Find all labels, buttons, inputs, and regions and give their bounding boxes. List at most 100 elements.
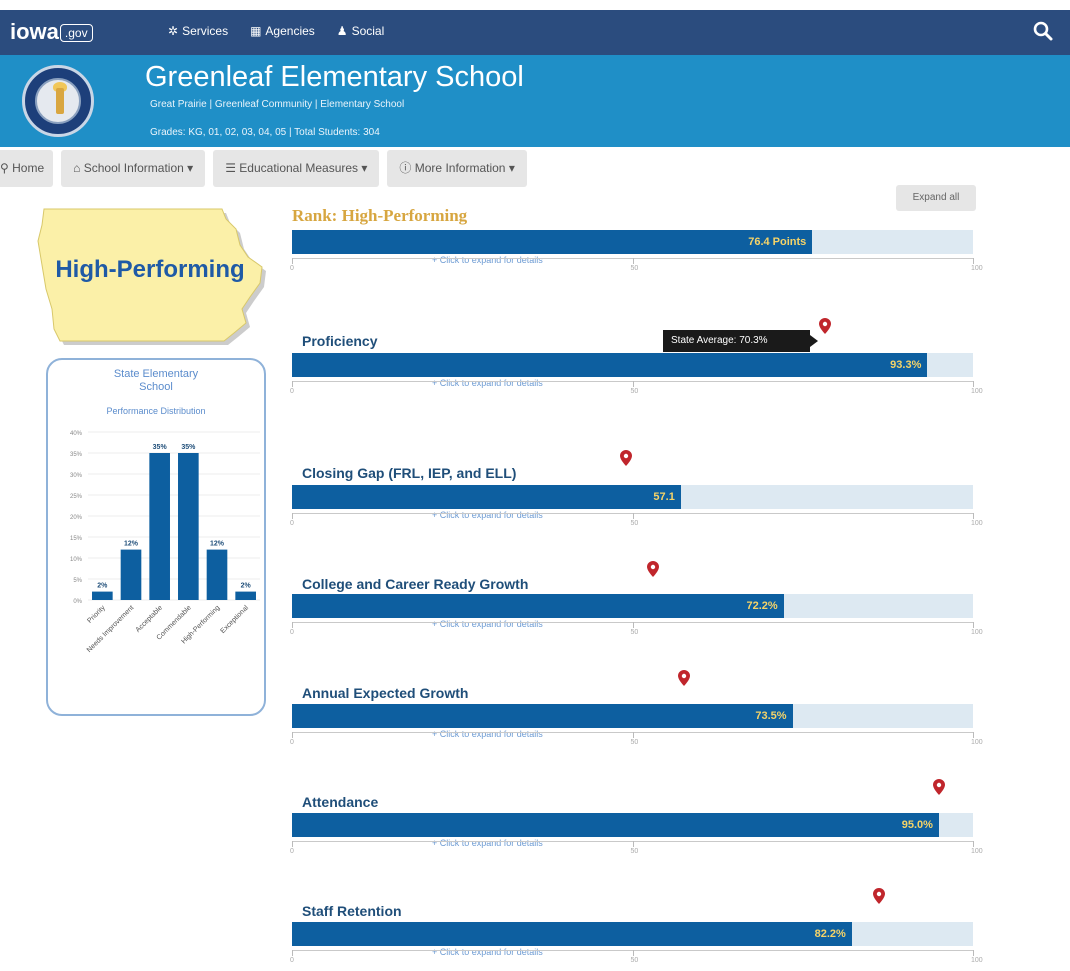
axis-tick	[632, 381, 634, 387]
nav-social[interactable]: ♟ Social	[337, 24, 384, 38]
bar-track-staff-retention[interactable]: 82.2%	[292, 922, 973, 946]
y-tick-label: 35%	[70, 452, 83, 458]
bar-value-proficiency: 93.3%	[890, 359, 922, 371]
state-average-pin-icon[interactable]	[932, 779, 945, 795]
axis-tick-label: 0	[290, 957, 294, 964]
axis-tick-label: 0	[290, 629, 294, 636]
bar-fill-college-and-career-ready-growth: 72.2%	[292, 594, 784, 618]
state-average-pin-icon[interactable]	[873, 888, 886, 904]
axis-tick	[292, 732, 293, 738]
axis-tick	[292, 513, 293, 519]
school-grades-line: Grades: KG, 01, 02, 03, 04, 05 | Total S…	[150, 127, 380, 138]
nav-services[interactable]: ✲ Services	[168, 24, 228, 38]
bar-data-label: 12%	[210, 541, 225, 548]
nav-agencies[interactable]: ▦ Agencies	[250, 24, 315, 38]
state-average-pin-icon[interactable]	[646, 561, 659, 577]
score-axis: 0 50 100	[290, 946, 983, 966]
axis-tick-label: 50	[630, 629, 639, 636]
distribution-bar-needs-improvement	[120, 549, 142, 600]
bar-value-staff-retention: 82.2%	[814, 928, 846, 940]
axis-tick	[632, 841, 634, 847]
axis-tick	[292, 258, 293, 264]
axis-tick	[632, 950, 634, 956]
axis-tick-label: 0	[290, 520, 294, 527]
distribution-bar-acceptable	[149, 453, 170, 600]
distribution-bar-priority	[92, 591, 113, 600]
tab-home[interactable]: ⚲ Home	[0, 150, 54, 187]
axis-tick-label: 100	[971, 957, 983, 964]
state-average-pin-icon[interactable]	[819, 318, 832, 334]
bar-fill-closing-gap-frl-iep-and-ell: 57.1	[292, 485, 681, 509]
performance-distribution-panel: State Elementary School Performance Dist…	[46, 358, 266, 716]
bar-fill-overall-score: 76.4 Points	[292, 230, 813, 254]
axis-tick	[292, 622, 293, 628]
performance-rating-label: High-Performing	[55, 256, 245, 283]
logo-suffix: .gov	[59, 24, 93, 43]
bar-track-annual-expected-growth[interactable]: 73.5%	[292, 704, 973, 728]
tab-more-information[interactable]: ⓘ More Information ▾	[387, 150, 527, 187]
y-tick-label: 20%	[70, 515, 83, 521]
main-nav-tabs: ⚲ Home ⌂ School Information ▾ ☰ Educatio…	[0, 150, 527, 187]
axis-tick	[973, 513, 974, 519]
distribution-bar-commendable	[178, 453, 199, 600]
logo-text: iowa	[10, 19, 59, 44]
axis-tick	[632, 732, 634, 738]
bar-data-label: 35%	[181, 444, 196, 451]
score-axis: 0 50 100	[290, 509, 983, 529]
distribution-bar-high-performing	[206, 549, 228, 600]
y-tick-label: 10%	[70, 557, 83, 563]
axis-tick-label: 50	[630, 739, 639, 746]
score-axis: 0 50 100	[290, 837, 983, 857]
axis-tick	[292, 950, 293, 956]
state-seal-icon	[22, 65, 94, 137]
bar-value-attendance: 95.0%	[901, 819, 933, 831]
measure-label-attendance: Attendance	[302, 794, 379, 810]
x-category-label: Priority	[86, 604, 107, 625]
search-icon[interactable]	[1032, 20, 1054, 42]
bar-data-label: 2%	[241, 583, 252, 590]
axis-tick-label: 50	[630, 265, 639, 272]
tab-educational-measures[interactable]: ☰ Educational Measures ▾	[213, 150, 380, 187]
y-tick-label: 25%	[70, 494, 83, 500]
expand-all-button[interactable]: Expand all	[896, 185, 976, 211]
axis-tick	[973, 381, 974, 387]
social-icon: ♟	[336, 24, 348, 38]
bar-fill-attendance: 95.0%	[292, 813, 939, 837]
rank-title: Rank: High-Performing	[292, 206, 468, 225]
y-tick-label: 15%	[70, 536, 83, 542]
measure-label-annual-expected-growth: Annual Expected Growth	[302, 685, 469, 701]
y-tick-label: 40%	[70, 431, 83, 437]
caret-down-icon: ▾	[187, 161, 194, 175]
axis-tick	[292, 841, 293, 847]
y-tick-label: 0%	[73, 599, 82, 605]
bar-track-college-and-career-ready-growth[interactable]: 72.2%	[292, 594, 973, 618]
axis-tick	[632, 622, 634, 628]
axis-tick-label: 50	[630, 957, 639, 964]
axis-tick	[973, 950, 974, 956]
bar-track-closing-gap-frl-iep-and-ell[interactable]: 57.1	[292, 485, 973, 509]
tab-school-information[interactable]: ⌂ School Information ▾	[61, 150, 206, 187]
axis-tick-label: 0	[290, 388, 294, 395]
bar-track-attendance[interactable]: 95.0%	[292, 813, 973, 837]
score-axis: 0 50 100	[290, 618, 983, 638]
bar-track-proficiency[interactable]: 93.3%	[292, 353, 973, 377]
caret-down-icon: ▾	[361, 161, 368, 175]
axis-tick-label: 0	[290, 739, 294, 746]
state-average-pin-icon[interactable]	[619, 450, 632, 466]
bar-track-overall-score[interactable]: 76.4 Points	[292, 230, 973, 254]
bar-value-annual-expected-growth: 73.5%	[755, 710, 787, 722]
info-icon: ⓘ	[399, 161, 412, 175]
bar-fill-annual-expected-growth: 73.5%	[292, 704, 793, 728]
school-header: Greenleaf Elementary School Great Prairi…	[0, 55, 1070, 147]
iowa-gov-logo[interactable]: iowa .gov	[10, 17, 110, 47]
y-tick-label: 30%	[70, 473, 83, 479]
axis-tick	[292, 381, 293, 387]
bar-fill-proficiency: 93.3%	[292, 353, 928, 377]
axis-tick-label: 100	[971, 265, 983, 272]
axis-tick-label: 50	[630, 848, 639, 855]
nav-social-label: Social	[351, 24, 385, 38]
state-average-pin-icon[interactable]	[677, 670, 690, 686]
axis-tick-label: 100	[971, 629, 983, 636]
tab-more-information-label: More Information	[414, 161, 506, 175]
top-nav-links: ✲ Services ▦ Agencies ♟ Social	[168, 24, 384, 38]
